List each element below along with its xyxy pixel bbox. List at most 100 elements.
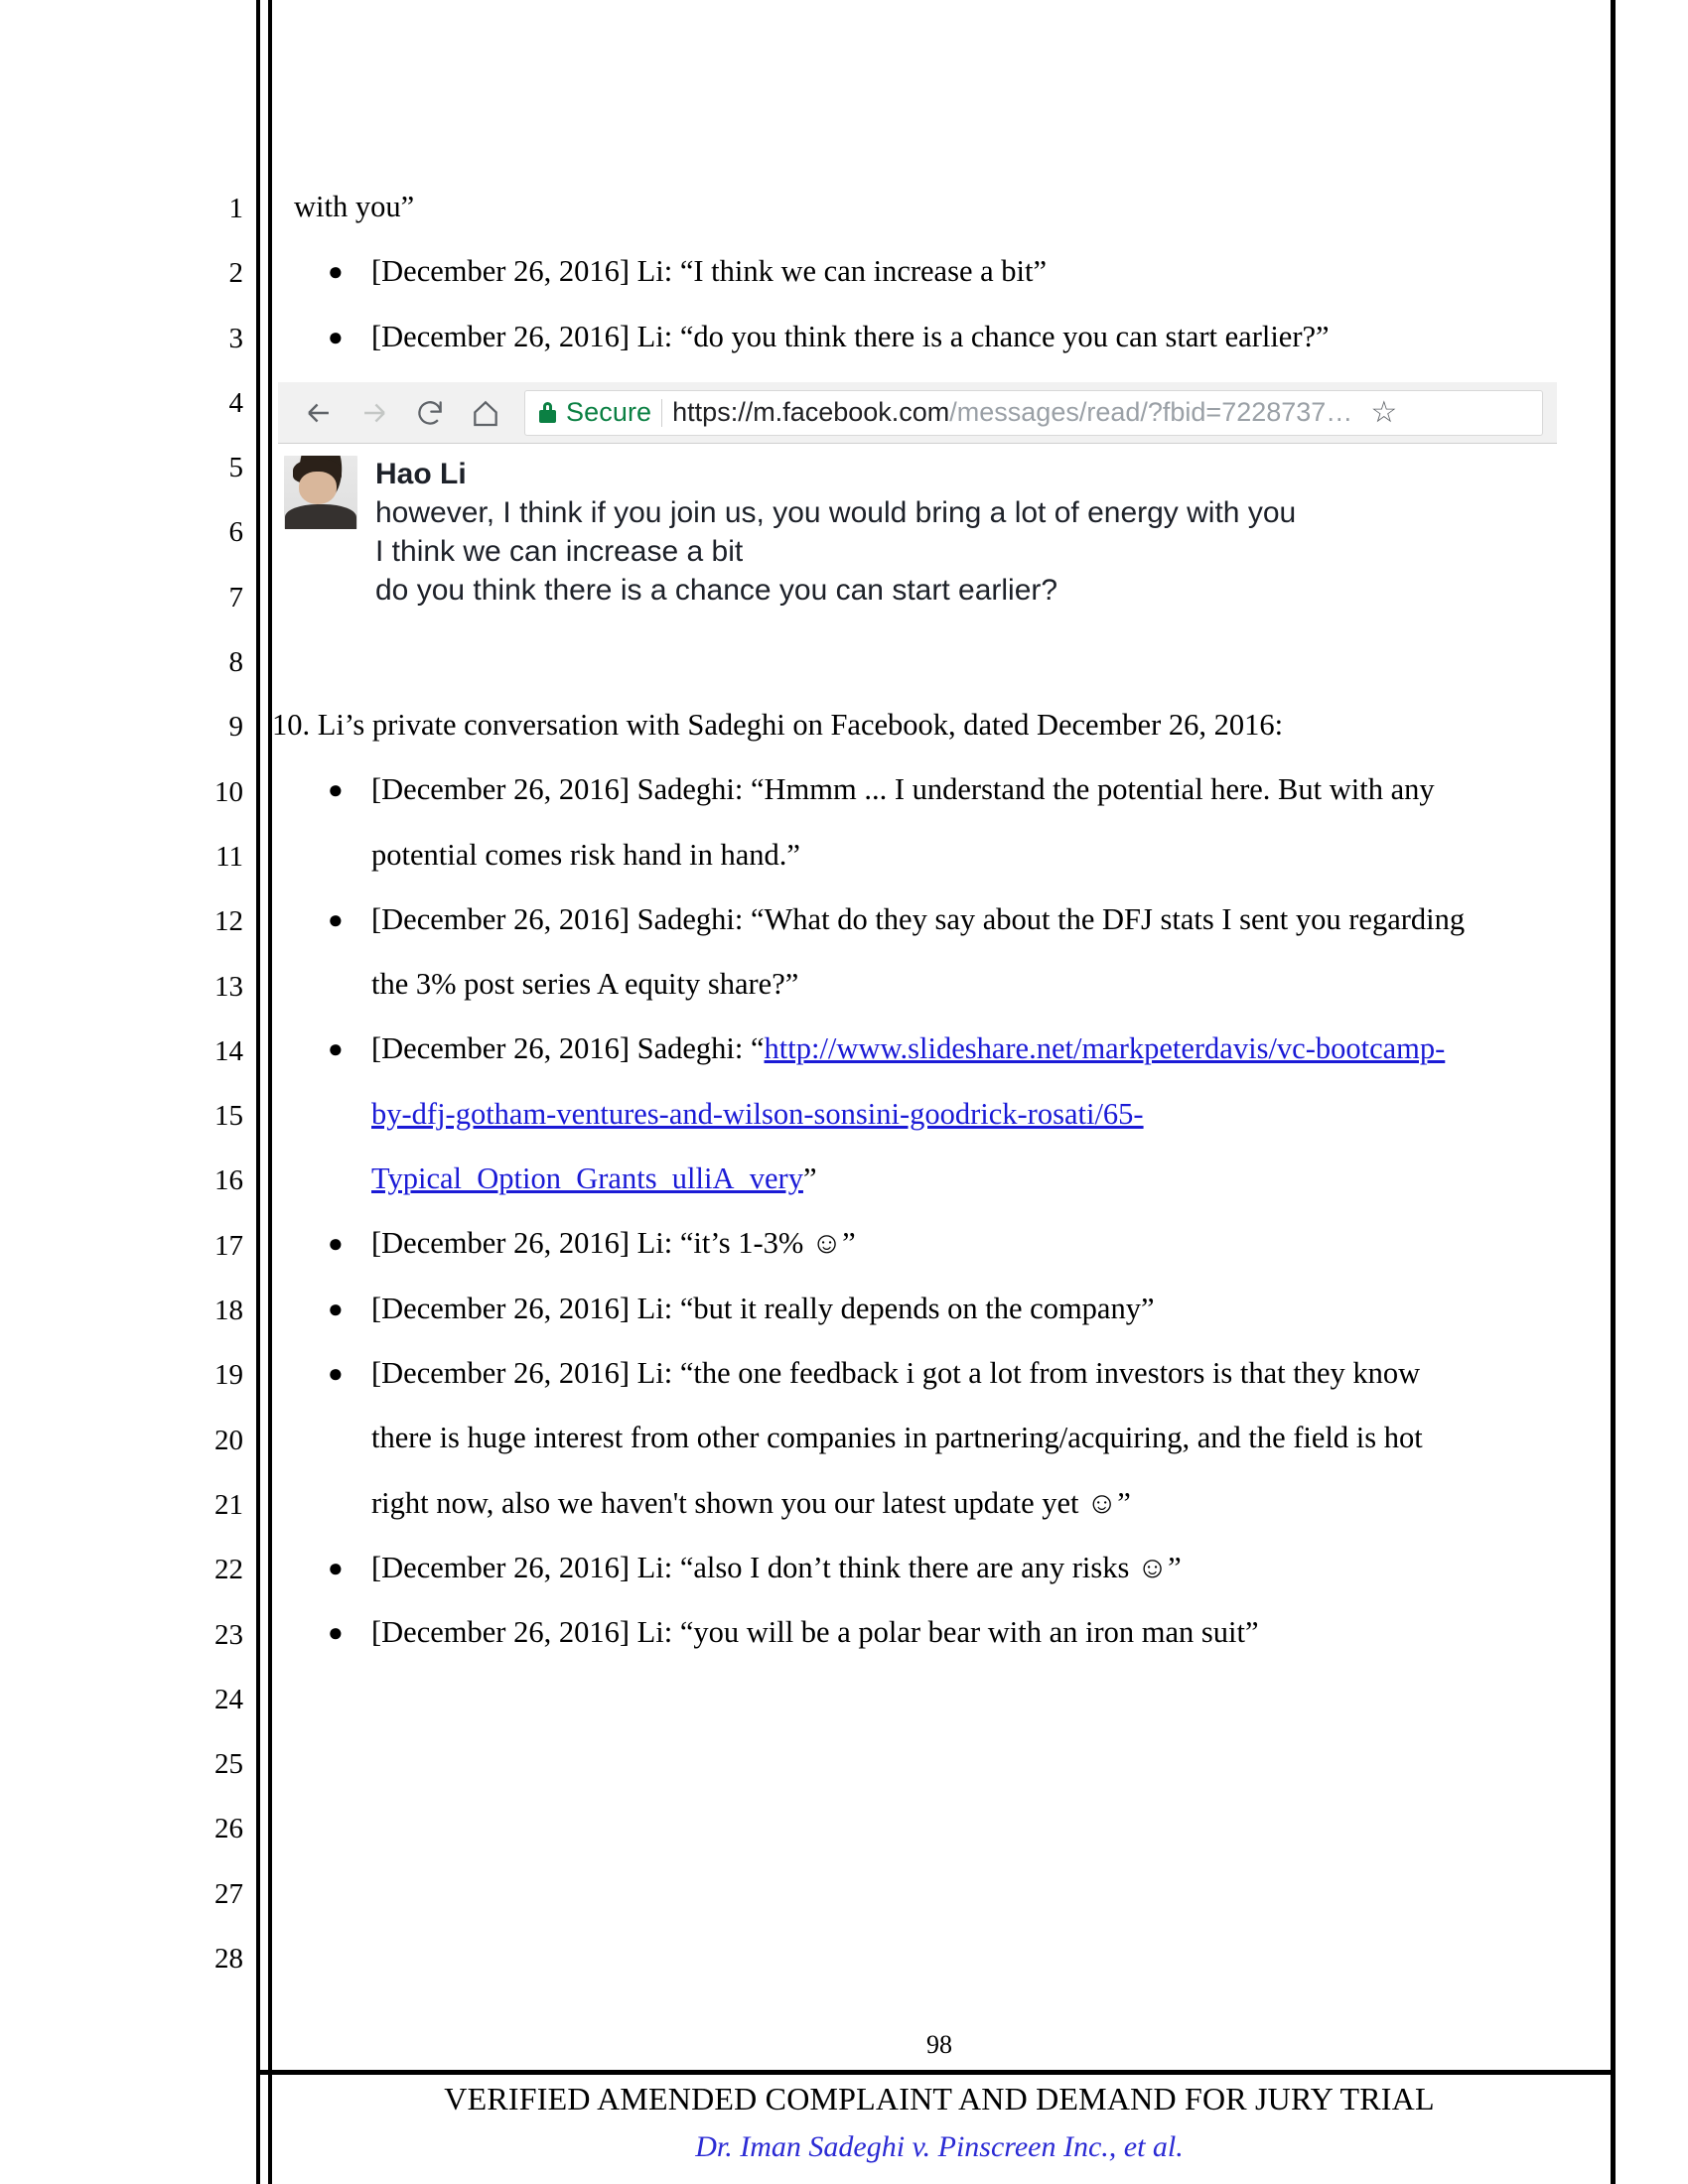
line-number: 8: [228, 646, 244, 679]
list-item-text: potential comes risk hand in hand.”: [371, 837, 800, 872]
line-number: 27: [214, 1877, 243, 1910]
line-number: 16: [214, 1164, 243, 1197]
bullet-dot: ●: [328, 904, 344, 934]
message-column: Hao Li however, I think if you join us, …: [375, 456, 1557, 610]
line-number: 14: [214, 1034, 243, 1067]
lock-icon: [539, 402, 556, 423]
right-margin-rule: [1611, 0, 1616, 2184]
bullet-dot: ●: [328, 1553, 344, 1582]
line-number: 26: [214, 1813, 243, 1845]
hyperlink[interactable]: by-dfj-gotham-ventures-and-wilson-sonsin…: [371, 1097, 1144, 1131]
list-item-text: [December 26, 2016] Li: “it’s 1-3% ☺”: [371, 1226, 856, 1261]
line-number: 23: [214, 1618, 243, 1651]
bullet-dot: ●: [328, 1229, 344, 1259]
line-number: 25: [214, 1748, 243, 1781]
facebook-message-thread: Hao Li however, I think if you join us, …: [278, 444, 1557, 623]
bullet-dot: ●: [328, 322, 344, 351]
line-number: 3: [228, 322, 244, 354]
list-item: ● [December 26, 2016] Sadeghi: “Hmmm ... …: [294, 757, 1603, 887]
list-item-text: there is huge interest from other compan…: [371, 1421, 1423, 1455]
line-number: 4: [228, 386, 244, 419]
list-item: ● [December 26, 2016] Sadeghi: “What do t…: [294, 887, 1603, 1018]
omnibox-divider: [661, 398, 663, 427]
reload-icon[interactable]: [403, 386, 457, 440]
browser-toolbar: Secure https://m.facebook.com/messages/r…: [278, 382, 1557, 444]
line-number: 13: [214, 970, 243, 1003]
message-line: do you think there is a chance you can s…: [375, 574, 1058, 607]
list-item: ● [December 26, 2016] Li: “I think we ca…: [294, 239, 1585, 304]
line-number: 2: [228, 257, 244, 290]
line-number: 19: [214, 1359, 243, 1392]
list-item-text: right now, also we haven't shown you our…: [371, 1485, 1131, 1520]
hyperlink[interactable]: Typical_Option_Grants_ulliA_very: [371, 1161, 803, 1195]
bullet-dot: ●: [328, 1618, 344, 1648]
arrow-right-icon: [348, 386, 401, 440]
bullet-dot: ●: [328, 257, 344, 287]
continuation-text: with you”: [294, 190, 415, 223]
security-status-label: Secure: [566, 397, 652, 427]
list-item-text: [December 26, 2016] Li: “you will be a p…: [371, 1615, 1259, 1650]
url-text: https://m.facebook.com/messages/read/?fb…: [672, 397, 1352, 428]
message-sender-name: Hao Li: [375, 458, 467, 490]
star-icon[interactable]: ☆: [1370, 395, 1397, 430]
line-number: 11: [215, 840, 243, 873]
bullet-dot: ●: [328, 1294, 344, 1323]
line-number: 6: [228, 516, 244, 549]
list-item: ● [December 26, 2016] Li: “do you think …: [294, 305, 1585, 369]
footer-title: VERIFIED AMENDED COMPLAINT AND DEMAND FO…: [444, 2081, 1435, 2116]
list-item-text: [December 26, 2016] Li: “the one feedbac…: [371, 1355, 1421, 1390]
list-item-text: by-dfj-gotham-ventures-and-wilson-sonsin…: [371, 1082, 1603, 1147]
document-body: with you” ● [December 26, 2016] Li: “I t…: [294, 175, 1585, 369]
line-number: 28: [214, 1943, 243, 1976]
numbered-paragraph-10: 10. Li’s private conversation with Sadeg…: [272, 708, 1284, 742]
url-host: https://m.facebook.com: [672, 397, 950, 427]
list-item-text: [December 26, 2016] Sadeghi: “What do th…: [371, 901, 1466, 936]
message-line: however, I think if you join us, you wou…: [375, 496, 1297, 529]
footer-case-caption: Dr. Iman Sadeghi v. Pinscreen Inc., et a…: [695, 2130, 1184, 2163]
bullet-list: ● [December 26, 2016] Sadeghi: “Hmmm ... …: [272, 757, 1603, 1665]
line-number: 20: [214, 1424, 243, 1456]
list-item: ● [December 26, 2016] Sadeghi: “http://ww…: [294, 1017, 1603, 1211]
hyperlink[interactable]: http://www.slideshare.net/markpeterdavis…: [765, 1031, 1446, 1065]
page-number: 98: [926, 2030, 952, 2059]
embedded-browser-screenshot: Secure https://m.facebook.com/messages/r…: [278, 382, 1557, 623]
list-item: ● [December 26, 2016] Li: “but it really …: [294, 1277, 1603, 1341]
line-number: 17: [214, 1229, 243, 1262]
arrow-left-icon[interactable]: [292, 386, 346, 440]
list-item: ● [December 26, 2016] Li: “also I don’t t…: [294, 1536, 1603, 1600]
home-icon[interactable]: [459, 386, 512, 440]
line-number: 7: [228, 581, 244, 614]
avatar: [284, 456, 357, 529]
list-item-text: [December 26, 2016] Sadeghi: “Hmmm ... I…: [371, 772, 1435, 807]
line-number: 21: [214, 1488, 243, 1521]
list-item-text: [December 26, 2016] Li: “do you think th…: [371, 319, 1330, 353]
line-number-column: 1 2 3 4 5 6 7 8 9 10 11 12 13 14 15 16 17 18 19 20 21 22 23 24 2…: [149, 177, 243, 1991]
list-item-text: [December 26, 2016] Sadeghi: “http://www…: [371, 1031, 1446, 1066]
pleading-page: 1 2 3 4 5 6 7 8 9 10 11 12 13 14 15 16 17 18 19 20 21 22 23 24 2…: [0, 0, 1688, 2184]
bullet-dot: ●: [328, 1034, 344, 1064]
line-number: 12: [214, 905, 243, 938]
line-number: 15: [214, 1100, 243, 1133]
line-number: 24: [214, 1683, 243, 1715]
list-item-text: [December 26, 2016] Li: “also I don’t th…: [371, 1550, 1182, 1584]
list-item-text: the 3% post series A equity share?”: [371, 967, 799, 1002]
line-number: 1: [228, 193, 244, 224]
list-item-text: [December 26, 2016] Li: “but it really d…: [371, 1291, 1155, 1325]
list-item: ● [December 26, 2016] Li: “it’s 1-3% ☺”: [294, 1211, 1603, 1276]
line-number: 10: [214, 775, 243, 808]
list-item-text: [December 26, 2016] Li: “I think we can …: [371, 254, 1048, 289]
line-number: 9: [228, 711, 244, 744]
footer-rule: [260, 2070, 1616, 2075]
url-path: /messages/read/?fbid=7228737…: [949, 397, 1353, 427]
list-item-text: Typical_Option_Grants_ulliA_very”: [371, 1161, 817, 1196]
document-body-lower: 10. Li’s private conversation with Sadeg…: [272, 693, 1603, 1665]
list-item: ● [December 26, 2016] Li: “you will be a …: [294, 1600, 1603, 1665]
line-number: 18: [214, 1295, 243, 1327]
line-number: 5: [228, 452, 244, 484]
address-bar[interactable]: Secure https://m.facebook.com/messages/r…: [524, 389, 1543, 436]
left-margin-rule-outer: [256, 0, 260, 2184]
message-line: I think we can increase a bit: [375, 535, 744, 568]
list-item: ● [December 26, 2016] Li: “the one feedba…: [294, 1341, 1603, 1536]
line-number: 22: [214, 1554, 243, 1586]
bullet-dot: ●: [328, 1358, 344, 1388]
